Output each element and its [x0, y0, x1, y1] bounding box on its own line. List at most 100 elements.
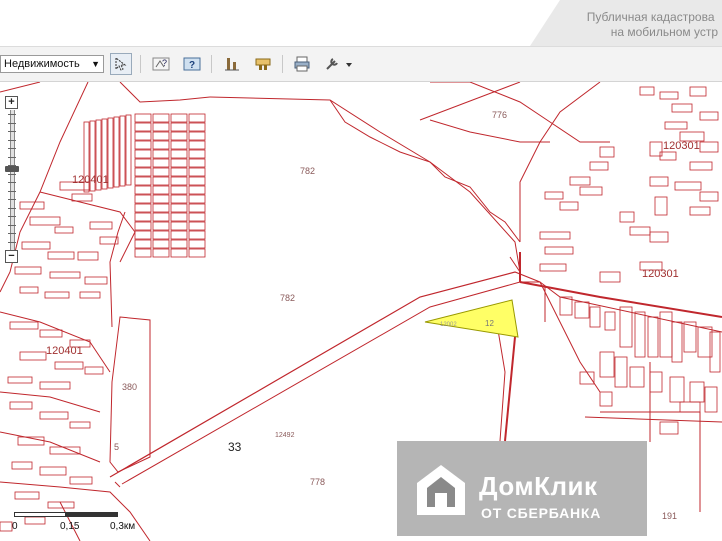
parcel[interactable]: [188, 221, 206, 231]
parcel[interactable]: [170, 230, 188, 240]
parcel[interactable]: [134, 230, 152, 240]
parcel[interactable]: [152, 167, 170, 177]
parcel[interactable]: [689, 86, 707, 97]
parcel[interactable]: [634, 311, 646, 358]
parcel[interactable]: [134, 140, 152, 150]
parcel[interactable]: [539, 231, 571, 240]
parcel[interactable]: [19, 286, 39, 294]
parcel[interactable]: [152, 239, 170, 249]
parcel[interactable]: [152, 176, 170, 186]
parcel[interactable]: [574, 301, 590, 319]
parcel[interactable]: [599, 391, 613, 407]
parcel[interactable]: [599, 351, 615, 378]
parcel[interactable]: [170, 248, 188, 258]
parcel[interactable]: [134, 248, 152, 258]
parcel[interactable]: [152, 230, 170, 240]
parcel[interactable]: [659, 91, 679, 100]
parcel[interactable]: [704, 386, 718, 413]
parcel[interactable]: [152, 221, 170, 231]
parcel[interactable]: [113, 116, 120, 188]
parcel[interactable]: [170, 212, 188, 222]
parcel[interactable]: [619, 211, 635, 223]
selected-parcel[interactable]: [424, 299, 519, 338]
tools-dropdown-button[interactable]: [322, 53, 356, 75]
parcel[interactable]: [188, 140, 206, 150]
parcel[interactable]: [134, 122, 152, 132]
parcel[interactable]: [659, 151, 677, 161]
parcel[interactable]: [671, 103, 693, 113]
select-tool-button[interactable]: [110, 53, 132, 75]
measure-button[interactable]: [221, 53, 243, 75]
parcel[interactable]: [188, 176, 206, 186]
parcel[interactable]: [604, 311, 616, 331]
parcel[interactable]: [19, 351, 47, 361]
parcel[interactable]: [569, 176, 591, 186]
parcel[interactable]: [71, 193, 93, 202]
parcel[interactable]: [170, 194, 188, 204]
parcel[interactable]: [649, 231, 669, 243]
parcel[interactable]: [669, 376, 685, 403]
parcel[interactable]: [188, 248, 206, 258]
parcel[interactable]: [39, 466, 67, 476]
parcel[interactable]: [689, 381, 705, 403]
parcel[interactable]: [170, 140, 188, 150]
parcel[interactable]: [544, 246, 574, 255]
parcel[interactable]: [84, 366, 104, 375]
parcel[interactable]: [664, 121, 688, 130]
parcel[interactable]: [47, 251, 75, 260]
parcel[interactable]: [539, 263, 567, 272]
parcel[interactable]: [44, 291, 70, 299]
parcel[interactable]: [188, 230, 206, 240]
parcel[interactable]: [134, 176, 152, 186]
parcel[interactable]: [39, 329, 63, 338]
parcel[interactable]: [188, 239, 206, 249]
parcel[interactable]: [39, 411, 69, 420]
parcel[interactable]: [689, 161, 713, 171]
parcel[interactable]: [14, 491, 40, 500]
parcel[interactable]: [579, 371, 595, 385]
identify-button[interactable]: ?: [150, 53, 172, 75]
parcel[interactable]: [134, 113, 152, 123]
parcel[interactable]: [152, 248, 170, 258]
parcel[interactable]: [14, 266, 42, 275]
parcel[interactable]: [709, 331, 721, 373]
parcel[interactable]: [170, 131, 188, 141]
parcel[interactable]: [699, 111, 719, 121]
parcel[interactable]: [7, 376, 33, 384]
parcel[interactable]: [152, 185, 170, 195]
parcel[interactable]: [170, 203, 188, 213]
parcel[interactable]: [170, 167, 188, 177]
parcel[interactable]: [152, 122, 170, 132]
parcel[interactable]: [188, 149, 206, 159]
parcel[interactable]: [589, 161, 609, 171]
parcel[interactable]: [9, 321, 39, 330]
parcel[interactable]: [0, 521, 13, 532]
parcel[interactable]: [629, 366, 645, 388]
parcel[interactable]: [188, 131, 206, 141]
layer-select[interactable]: Недвижимость ▼: [0, 55, 104, 73]
parcel[interactable]: [170, 149, 188, 159]
parcel[interactable]: [614, 356, 628, 388]
parcel[interactable]: [152, 203, 170, 213]
parcel[interactable]: [152, 212, 170, 222]
parcel[interactable]: [639, 86, 655, 96]
parcel[interactable]: [77, 251, 99, 261]
parcel[interactable]: [152, 158, 170, 168]
parcel[interactable]: [188, 203, 206, 213]
parcel[interactable]: [679, 401, 701, 413]
parcel[interactable]: [170, 158, 188, 168]
parcel[interactable]: [170, 221, 188, 231]
parcel[interactable]: [84, 276, 108, 285]
parcel[interactable]: [134, 167, 152, 177]
parcel[interactable]: [134, 239, 152, 249]
parcel[interactable]: [152, 113, 170, 123]
parcel[interactable]: [134, 203, 152, 213]
parcel[interactable]: [544, 191, 564, 200]
parcel[interactable]: [647, 316, 659, 358]
parcel[interactable]: [134, 194, 152, 204]
parcel[interactable]: [11, 461, 33, 470]
print-button[interactable]: [291, 53, 313, 75]
zoom-in-button[interactable]: +: [5, 96, 18, 109]
parcel[interactable]: [49, 271, 81, 279]
parcel[interactable]: [599, 146, 615, 158]
